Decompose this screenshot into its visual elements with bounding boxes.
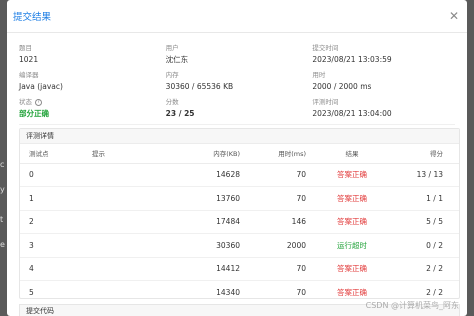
memory-cell: 14628 — [176, 163, 242, 187]
time-cell: 70 — [242, 257, 308, 281]
info-row: 编译器 Java (javac) 内存 30360 / 65536 KB 用时 … — [19, 70, 459, 97]
status-label-wrap: 状态 ? — [19, 97, 166, 108]
header-result: 结果 — [308, 144, 396, 164]
watermark: CSDN @计算机菜鸟_阿东 — [365, 301, 459, 310]
modal-header: 提交结果 ✕ — [7, 0, 467, 33]
score-label: 分数 — [165, 98, 179, 106]
judge-details-table: 测试点 提示 内存(KB) 用时(ms) 结果 得分 0 14628 70 答案… — [20, 144, 459, 305]
time-cell: 70 — [242, 163, 308, 187]
hint-cell — [92, 257, 176, 281]
score-cell: 2 / 2 — [396, 257, 459, 281]
memory-value: 30360 / 65536 KB — [165, 82, 234, 91]
score-cell: 5 / 5 — [396, 210, 459, 234]
status-field: 状态 ? 部分正确 — [19, 97, 166, 124]
judge-time-field: 评测时间 2023/08/21 13:04:00 — [312, 97, 459, 124]
result-cell: 答案正确 — [308, 210, 396, 234]
judge-time-label: 评测时间 — [312, 98, 339, 106]
hint-cell — [92, 233, 176, 258]
close-icon[interactable]: ✕ — [449, 10, 459, 22]
memory-cell: 17484 — [176, 210, 242, 234]
score-value: 23 / 25 — [165, 109, 195, 118]
info-row: 题目 1021 用户 沈仁东 提交时间 2023/08/21 13:03:59 — [19, 43, 459, 70]
header-score: 得分 — [396, 144, 459, 164]
time-cell: 70 — [242, 280, 308, 305]
submit-time-label: 提交时间 — [312, 44, 339, 52]
memory-label: 内存 — [165, 71, 179, 79]
compiler-field: 编译器 Java (javac) — [19, 70, 166, 97]
score-cell: 0 / 2 — [396, 233, 459, 258]
time-cell: 70 — [242, 186, 308, 211]
result-cell: 答案正确 — [308, 163, 396, 187]
case-cell: 0 — [20, 163, 92, 187]
score-cell: 1 / 1 — [396, 186, 459, 211]
compiler-label: 编译器 — [19, 71, 39, 79]
table-row: 0 14628 70 答案正确 13 / 13 — [20, 163, 459, 187]
case-cell: 1 — [20, 186, 92, 211]
header-case: 测试点 — [20, 144, 92, 164]
result-cell: 答案正确 — [308, 186, 396, 211]
info-row: 状态 ? 部分正确 分数 23 / 25 评测时间 2023/08/21 13:… — [19, 97, 459, 124]
case-cell: 3 — [20, 233, 92, 258]
divider — [19, 124, 455, 125]
result-cell: 运行超时 — [308, 233, 396, 258]
table-header-row: 测试点 提示 内存(KB) 用时(ms) 结果 得分 — [20, 144, 459, 164]
hint-cell — [92, 163, 176, 187]
header-time: 用时(ms) — [242, 144, 308, 164]
time-value: 2000 / 2000 ms — [312, 82, 372, 91]
user-field: 用户 沈仁东 — [166, 43, 313, 70]
time-cell: 2000 — [242, 233, 308, 258]
hint-cell — [92, 210, 176, 234]
modal-title: 提交结果 — [13, 12, 52, 23]
submit-time-value: 2023/08/21 13:03:59 — [312, 55, 392, 64]
memory-cell: 14340 — [176, 280, 242, 305]
case-cell: 5 — [20, 280, 92, 305]
judge-details-panel: 评测详情 测试点 提示 内存(KB) 用时(ms) 结果 得分 0 14628 … — [19, 128, 460, 305]
time-cell: 146 — [242, 210, 308, 234]
submit-time-field: 提交时间 2023/08/21 13:03:59 — [312, 43, 459, 70]
user-value: 沈仁东 — [165, 55, 189, 64]
question-help-icon[interactable]: ? — [35, 99, 42, 106]
table-row: 1 13760 70 答案正确 1 / 1 — [20, 186, 459, 211]
hint-cell — [92, 280, 176, 305]
submission-result-modal: 提交结果 ✕ 题目 1021 用户 沈仁东 提交时间 2023/08/21 13… — [7, 0, 467, 316]
judge-time-value: 2023/08/21 13:04:00 — [312, 109, 392, 118]
case-cell: 2 — [20, 210, 92, 234]
memory-cell: 13760 — [176, 186, 242, 211]
judge-details-title: 评测详情 — [20, 129, 459, 144]
problem-field: 题目 1021 — [19, 43, 166, 70]
score-field: 分数 23 / 25 — [166, 97, 313, 124]
status-value: 部分正确 — [19, 109, 49, 118]
user-label: 用户 — [165, 44, 179, 52]
time-label: 用时 — [312, 71, 326, 79]
header-memory: 内存(KB) — [176, 144, 242, 164]
result-cell: 答案正确 — [308, 257, 396, 281]
memory-cell: 30360 — [176, 233, 242, 258]
table-row: 3 30360 2000 运行超时 0 / 2 — [20, 233, 459, 258]
hint-cell — [92, 186, 176, 211]
problem-label: 题目 — [19, 44, 32, 52]
score-cell: 13 / 13 — [396, 163, 459, 187]
memory-cell: 14412 — [176, 257, 242, 281]
table-row: 2 17484 146 答案正确 5 / 5 — [20, 210, 459, 234]
table-row: 4 14412 70 答案正确 2 / 2 — [20, 257, 459, 281]
status-label: 状态 — [19, 98, 32, 106]
time-field: 用时 2000 / 2000 ms — [312, 70, 459, 97]
compiler-value: Java (javac) — [19, 82, 63, 91]
problem-value: 1021 — [19, 55, 39, 64]
case-cell: 4 — [20, 257, 92, 281]
memory-field: 内存 30360 / 65536 KB — [166, 70, 313, 97]
header-hint: 提示 — [92, 144, 176, 164]
submission-info: 题目 1021 用户 沈仁东 提交时间 2023/08/21 13:03:59 … — [19, 43, 459, 124]
